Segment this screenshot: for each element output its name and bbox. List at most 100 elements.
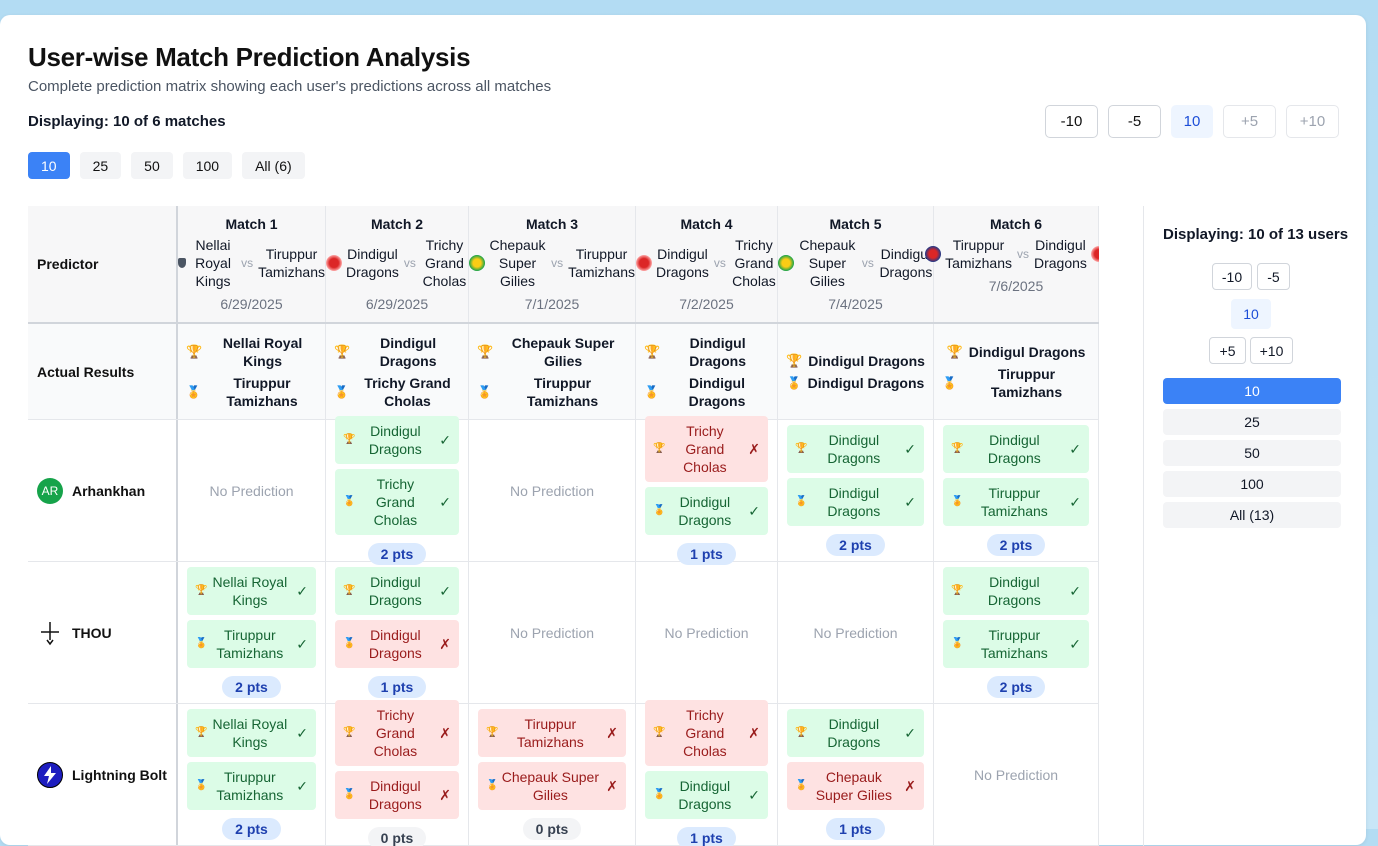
match-date: 6/29/2025 [220, 296, 283, 312]
team-b-name: Trichy Grand Cholas [732, 237, 776, 289]
points-badge: 2 pts [826, 534, 885, 556]
points-badge: 2 pts [222, 818, 281, 840]
predicted-team: Nellai Royal Kings [212, 716, 288, 750]
team-a-name: Nellai Royal Kings [195, 237, 231, 289]
trophy-icon: 🏆 [334, 343, 351, 359]
vs-label: vs [861, 256, 874, 270]
match-header-cell: Match 2 Dindigul Dragons vs Trichy Grand Ch… [326, 206, 469, 322]
cross-icon: ✗ [606, 778, 618, 794]
vs-label: vs [403, 256, 416, 270]
trophy-icon: 🏆 [477, 343, 494, 359]
user-cell: THOU [28, 562, 178, 703]
match-date: 7/6/2025 [988, 278, 1044, 294]
page-size-all-button[interactable]: All (6) [242, 152, 305, 179]
prediction-matrix: Predictor Match 1 Nellai Royal Kings vs Tiru… [28, 206, 1099, 846]
match-header-cell: Match 5 Chepauk Super Gilies vs Dindigul Dr… [778, 206, 934, 322]
page-size-50-button[interactable]: 50 [131, 152, 173, 179]
predicted-team: Dindigul Dragons [368, 423, 422, 457]
user-minus-5-button[interactable]: -5 [1257, 263, 1290, 290]
match-date: 7/1/2025 [524, 296, 580, 312]
predicted-team: Dindigul Dragons [987, 574, 1041, 608]
runner-team: Trichy Grand Cholas [364, 374, 451, 409]
user-pagination-panel: Displaying: 10 of 13 users -10 -5 10 +5 … [1143, 206, 1353, 846]
prediction-cell: 🏆 Dindigul Dragons ✓ 🏅 Tiruppur Tamizhans ✓ 2 … [934, 420, 1099, 561]
match-date: 7/4/2025 [828, 296, 883, 312]
check-icon: ✓ [1069, 441, 1081, 457]
prediction-cell: 🏆 Trichy Grand Cholas ✗ 🏅 Dindigul Dragons ✓ 1… [636, 700, 778, 846]
match-date: 6/29/2025 [365, 296, 429, 312]
user-row: AR Arhankhan No Prediction 🏆 Dindigul Dragon… [28, 416, 1099, 565]
prediction-cell: No Prediction [469, 420, 636, 561]
runner-team: Dindigul Dragons [807, 374, 925, 391]
predicted-team: Trichy Grand Cholas [373, 707, 418, 759]
predicted-team: Trichy Grand Cholas [373, 476, 418, 528]
check-icon: ✓ [1069, 494, 1081, 510]
user-page-size-all[interactable]: All (13) [1163, 502, 1341, 528]
match-page-size-selector: 10 25 50 100 All (6) [28, 152, 305, 179]
actual-results-label: Actual Results [37, 363, 135, 380]
points-badge: 1 pts [677, 827, 736, 846]
trophy-icon: 🏆 [343, 727, 356, 738]
actual-result-cell: 🏆 Nellai Royal Kings 🏅 Tiruppur Tamizhans [178, 324, 326, 419]
user-page-size-100[interactable]: 100 [1163, 471, 1341, 497]
check-icon: ✓ [296, 583, 308, 599]
predicted-team: Trichy Grand Cholas [683, 423, 727, 475]
predicted-team: Dindigul Dragons [368, 574, 422, 608]
wrong-prediction: 🏅 Chepauk Super Gilies ✗ [787, 762, 924, 810]
user-plus-5-button[interactable]: +5 [1209, 337, 1246, 364]
vs-label: vs [1017, 247, 1029, 261]
trophy-icon: 🏆 [795, 443, 808, 454]
user-row: Lightning Bolt 🏆 Nellai Royal Kings ✓ 🏅 Tirup… [28, 700, 1099, 846]
user-page-size-50[interactable]: 50 [1163, 440, 1341, 466]
prediction-cell: 🏆 Dindigul Dragons ✓ 🏅 Dindigul Dragons ✗ 1 pt… [326, 562, 469, 703]
correct-prediction: 🏆 Dindigul Dragons ✓ [335, 416, 459, 464]
medal-icon: 🏅 [786, 375, 802, 390]
user-minus-10-button[interactable]: -10 [1212, 263, 1252, 290]
no-prediction-label: No Prediction [209, 482, 294, 499]
runner-team: Tiruppur Tamizhans [526, 374, 599, 409]
page-size-10-button[interactable]: 10 [28, 152, 70, 179]
match-stepper: -10 -5 10 +5 +10 [1045, 105, 1339, 138]
prediction-cell: 🏆 Dindigul Dragons ✓ 🏅 Tiruppur Tamizhans ✓ 2 … [934, 562, 1099, 703]
predicted-team: Dindigul Dragons [987, 432, 1041, 466]
cross-icon: ✗ [606, 725, 618, 741]
predicted-team: Dindigul Dragons [368, 627, 422, 661]
vs-label: vs [713, 256, 726, 270]
team-logo-icon [925, 246, 942, 262]
user-plus-10-button[interactable]: +10 [1250, 337, 1293, 364]
trophy-icon: 🏆 [951, 585, 964, 596]
match-title: Match 6 [989, 216, 1043, 232]
match-header-cell: Match 1 Nellai Royal Kings vs Tiruppur Tami… [178, 206, 326, 322]
match-plus-5-button[interactable]: +5 [1223, 105, 1276, 138]
actual-result-cell: 🏆 Chepauk Super Gilies 🏅 Tiruppur Tamizhans [469, 324, 636, 419]
page-size-100-button[interactable]: 100 [182, 152, 233, 179]
correct-prediction: 🏆 Dindigul Dragons ✓ [943, 567, 1089, 615]
user-page-size-10[interactable]: 10 [1163, 378, 1341, 404]
avatar-icon [37, 620, 63, 646]
match-plus-10-button[interactable]: +10 [1286, 105, 1339, 138]
trophy-icon: 🏆 [644, 343, 661, 359]
medal-icon: 🏅 [795, 496, 808, 507]
trophy-icon: 🏆 [343, 585, 356, 596]
team-a-name: Dindigul Dragons [656, 246, 709, 280]
match-minus-5-button[interactable]: -5 [1108, 105, 1161, 138]
check-icon: ✓ [748, 503, 760, 519]
medal-icon: 🏅 [186, 384, 201, 399]
no-prediction-label: No Prediction [509, 482, 595, 499]
analysis-card: User-wise Match Prediction Analysis Comp… [0, 15, 1366, 846]
predicted-team: Tiruppur Tamizhans [216, 769, 284, 803]
predictor-header-cell: Predictor [28, 206, 178, 322]
match-minus-10-button[interactable]: -10 [1045, 105, 1098, 138]
trophy-icon: 🏆 [653, 727, 666, 738]
match-teams: Nellai Royal Kings vs Tiruppur Tamizhans [178, 236, 325, 290]
page-size-25-button[interactable]: 25 [79, 152, 122, 179]
user-page-size-25[interactable]: 25 [1163, 409, 1341, 435]
correct-prediction: 🏆 Dindigul Dragons ✓ [787, 709, 924, 757]
correct-prediction: 🏅 Tiruppur Tamizhans ✓ [187, 620, 316, 668]
correct-prediction: 🏅 Dindigul Dragons ✓ [787, 478, 924, 526]
team-a-name: Tiruppur Tamizhans [945, 237, 1012, 271]
medal-icon: 🏅 [795, 780, 808, 791]
trophy-icon: 🏆 [653, 443, 666, 454]
correct-prediction: 🏆 Nellai Royal Kings ✓ [187, 567, 316, 615]
winner-team: Dindigul Dragons [968, 343, 1086, 360]
